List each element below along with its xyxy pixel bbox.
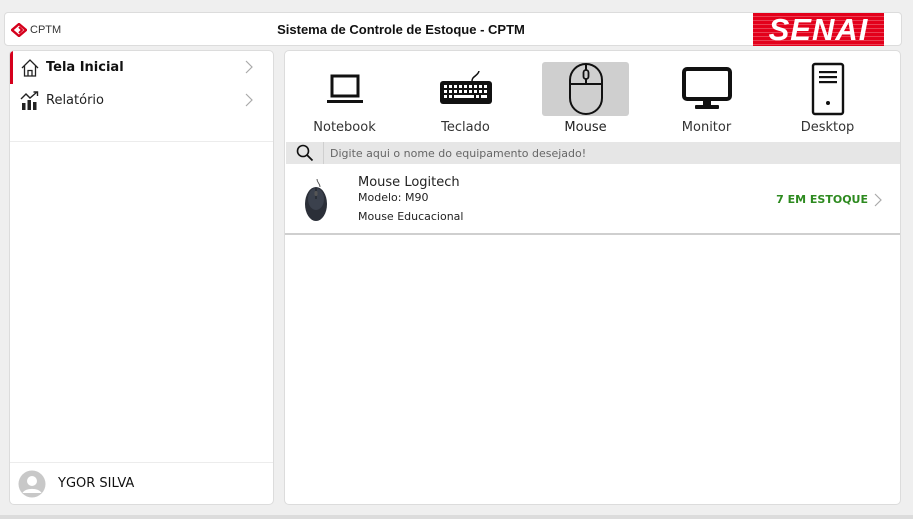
monitor-icon	[681, 67, 732, 109]
search-icon	[296, 144, 313, 162]
category-label: Mouse	[564, 120, 607, 135]
item-model: Modelo: M90	[358, 191, 429, 204]
sidebar-item-relatorio[interactable]: Relatório	[10, 84, 273, 117]
stock-badge: 7 EM ESTOQUE	[776, 193, 868, 206]
category-desktop[interactable]: Desktop	[784, 62, 871, 148]
desktop-icon	[811, 62, 844, 116]
app-header: CPTM Sistema de Controle de Estoque - CP…	[4, 12, 902, 46]
search-bar	[286, 142, 900, 164]
search-button[interactable]	[286, 142, 324, 164]
mouse-product-image	[305, 178, 327, 221]
notebook-icon	[326, 74, 363, 103]
chart-icon	[20, 90, 39, 110]
main-panel: Notebook Teclado Mouse Monitor Desktop D…	[284, 50, 901, 505]
chevron-right-icon	[245, 93, 253, 107]
sidebar-item-tela-inicial[interactable]: Tela Inicial	[10, 51, 273, 84]
equipment-list-item[interactable]: Mouse Logitech Modelo: M90 Mouse Educaci…	[285, 165, 900, 235]
keyboard-icon	[439, 71, 492, 104]
category-teclado[interactable]: Teclado	[422, 62, 509, 148]
avatar-icon	[18, 470, 46, 497]
bottom-scrollbar	[0, 515, 913, 519]
category-mouse[interactable]: Mouse	[542, 62, 629, 135]
category-label: Desktop	[800, 120, 855, 135]
category-monitor[interactable]: Monitor	[663, 62, 750, 148]
search-input[interactable]	[330, 146, 870, 160]
category-label: Monitor	[681, 120, 732, 135]
chevron-right-icon	[245, 60, 253, 74]
sidebar-item-label: Relatório	[46, 93, 104, 108]
category-label: Teclado	[441, 120, 490, 135]
sidebar: Tela Inicial Relatório YGOR SILVA	[9, 50, 274, 505]
chevron-right-icon	[874, 193, 882, 207]
senai-logo-text: SENAI	[768, 13, 869, 46]
senai-logo: SENAI	[753, 13, 884, 46]
sidebar-item-label: Tela Inicial	[46, 60, 124, 75]
user-profile[interactable]: YGOR SILVA	[10, 462, 273, 504]
item-description: Mouse Educacional	[358, 210, 464, 223]
user-name: YGOR SILVA	[58, 476, 135, 491]
sidebar-divider	[10, 141, 273, 142]
category-notebook[interactable]: Notebook	[301, 62, 388, 148]
category-label: Notebook	[313, 120, 376, 135]
mouse-icon	[568, 63, 603, 115]
home-icon	[21, 58, 39, 77]
item-title: Mouse Logitech	[358, 175, 460, 190]
